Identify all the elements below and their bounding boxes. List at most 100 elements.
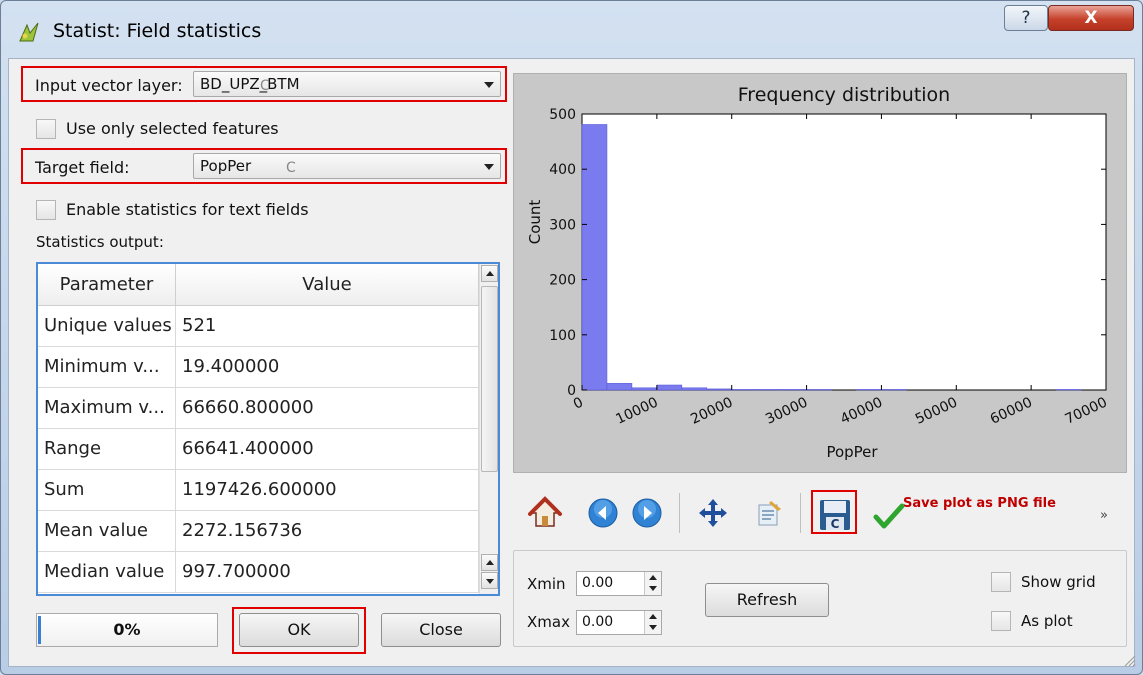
histogram-bar	[806, 389, 832, 391]
save-highlight-box	[811, 490, 857, 534]
progress-text: 0%	[113, 620, 141, 639]
table-row[interactable]: Median value 997.700000	[38, 552, 479, 593]
save-ok-icon[interactable]	[871, 499, 907, 535]
xmax-spinbox[interactable]: 0.00	[576, 610, 662, 635]
chevron-down-icon[interactable]	[649, 586, 657, 591]
resize-grip-icon[interactable]	[1122, 653, 1136, 667]
statistics-output-label: Statistics output:	[36, 233, 164, 251]
progress-bar: 0%	[36, 613, 218, 647]
toolbar-overflow-button[interactable]: »	[1100, 508, 1108, 523]
xmin-value: 0.00	[582, 575, 614, 591]
chevron-down-icon[interactable]	[649, 625, 657, 630]
histogram-bar	[756, 389, 782, 391]
xmin-label: Xmin	[527, 575, 566, 593]
forward-icon[interactable]	[629, 495, 665, 531]
parameter-cell: Range	[38, 429, 176, 470]
y-tick-label: 400	[549, 162, 576, 178]
window-close-button[interactable]: X	[1048, 5, 1134, 31]
x-tick-label: 30000	[763, 394, 810, 427]
parameter-cell: Median value	[38, 552, 176, 593]
value-cell: 1197426.600000	[176, 470, 479, 511]
histogram-bar	[606, 383, 633, 391]
column-header-value[interactable]: Value	[176, 264, 479, 306]
input-layer-label: Input vector layer:	[35, 76, 183, 95]
plot-area	[581, 113, 1107, 391]
histogram-bar	[1055, 389, 1082, 391]
cursor-marker: C	[286, 160, 296, 176]
statistics-table[interactable]: Parameter Value Unique values 521 Minimu…	[36, 262, 500, 596]
table-row[interactable]: Sum 1197426.600000	[38, 470, 479, 511]
toolbar-separator	[679, 493, 680, 533]
chevron-down-icon[interactable]	[484, 82, 494, 88]
back-icon[interactable]	[585, 495, 621, 531]
x-axis-label: PopPer	[826, 443, 878, 461]
chevron-up-icon[interactable]	[649, 614, 657, 619]
scroll-down-button[interactable]	[481, 572, 498, 589]
table-row[interactable]: Unique values 521	[38, 306, 479, 347]
xmin-stepper[interactable]	[644, 572, 661, 595]
table-header: Parameter Value	[38, 264, 479, 306]
target-field-value: PopPer	[200, 157, 252, 175]
window-title: Statist: Field statistics	[53, 20, 262, 42]
parameter-cell: Sum	[38, 470, 176, 511]
chart-title: Frequency distribution	[738, 84, 950, 106]
qgis-statist-icon	[19, 22, 39, 42]
table-row[interactable]: Mean value 2272.156736	[38, 511, 479, 552]
table-row[interactable]: Minimum v... 19.400000	[38, 347, 479, 388]
edit-axes-icon[interactable]	[751, 495, 787, 531]
value-cell: 521	[176, 306, 479, 347]
histogram-bar	[681, 387, 708, 391]
y-tick-label: 500	[549, 107, 576, 123]
table-vertical-scrollbar[interactable]	[479, 264, 498, 594]
chevron-down-icon[interactable]	[484, 164, 494, 170]
y-axis-label: Count	[526, 200, 544, 245]
x-tick-label: 10000	[613, 394, 660, 427]
xmax-value: 0.00	[582, 614, 614, 630]
axis-controls-panel: Xmin 0.00 Xmax 0.00 Refresh Show grid As…	[513, 550, 1127, 647]
scroll-thumb[interactable]	[481, 286, 498, 472]
x-tick-label: 50000	[913, 394, 960, 427]
target-field-combo[interactable]: PopPer C	[193, 153, 501, 179]
enable-text-stats-label: Enable statistics for text fields	[66, 200, 309, 219]
cursor-marker: C	[260, 78, 270, 94]
xmax-stepper[interactable]	[644, 611, 661, 634]
xmin-spinbox[interactable]: 0.00	[576, 571, 662, 596]
histogram-bar	[581, 124, 608, 391]
as-plot-label: As plot	[1021, 612, 1073, 630]
pan-icon[interactable]	[695, 495, 731, 531]
help-button[interactable]: ?	[1004, 5, 1048, 31]
xmax-label: Xmax	[527, 613, 570, 631]
histogram-chart: Frequency distribution01002003004005000 1…	[526, 84, 1110, 461]
parameter-cell: Minimum v...	[38, 347, 176, 388]
refresh-button[interactable]: Refresh	[705, 583, 829, 617]
scroll-up-button[interactable]	[481, 554, 498, 571]
value-cell: 19.400000	[176, 347, 479, 388]
home-icon[interactable]	[527, 495, 563, 531]
show-grid-checkbox[interactable]	[991, 572, 1011, 592]
close-button[interactable]: Close	[381, 613, 501, 647]
chevron-up-icon[interactable]	[649, 575, 657, 580]
use-selected-checkbox[interactable]	[36, 119, 56, 139]
table-row[interactable]: Maximum v... 66660.800000	[38, 388, 479, 429]
target-field-label: Target field:	[35, 158, 130, 177]
y-tick-label: 100	[549, 328, 576, 344]
scroll-up-button[interactable]	[481, 265, 498, 282]
column-header-parameter[interactable]: Parameter	[38, 264, 176, 306]
show-grid-label: Show grid	[1021, 573, 1096, 591]
input-layer-row: Input vector layer: BD_UPZ_BTM C	[21, 66, 507, 102]
table-row[interactable]: Range 66641.400000	[38, 429, 479, 470]
value-cell: 66641.400000	[176, 429, 479, 470]
as-plot-checkbox[interactable]	[991, 611, 1011, 631]
title-bar: Statist: Field statistics ? X	[1, 1, 1142, 59]
histogram-bar	[706, 388, 732, 391]
target-field-row: Target field: PopPer C	[21, 148, 507, 184]
parameter-cell: Unique values	[38, 306, 176, 347]
enable-text-stats-checkbox[interactable]	[36, 200, 56, 220]
input-layer-combo[interactable]: BD_UPZ_BTM C	[193, 71, 501, 97]
use-selected-label: Use only selected features	[66, 119, 279, 138]
histogram-plot: Frequency distribution 0 100 200 300 400 500 0 1…	[513, 73, 1127, 473]
histogram-bar	[656, 384, 683, 391]
value-cell: 2272.156736	[176, 511, 479, 552]
input-layer-value: BD_UPZ_BTM	[200, 75, 300, 93]
y-tick-label: 300	[549, 217, 576, 233]
